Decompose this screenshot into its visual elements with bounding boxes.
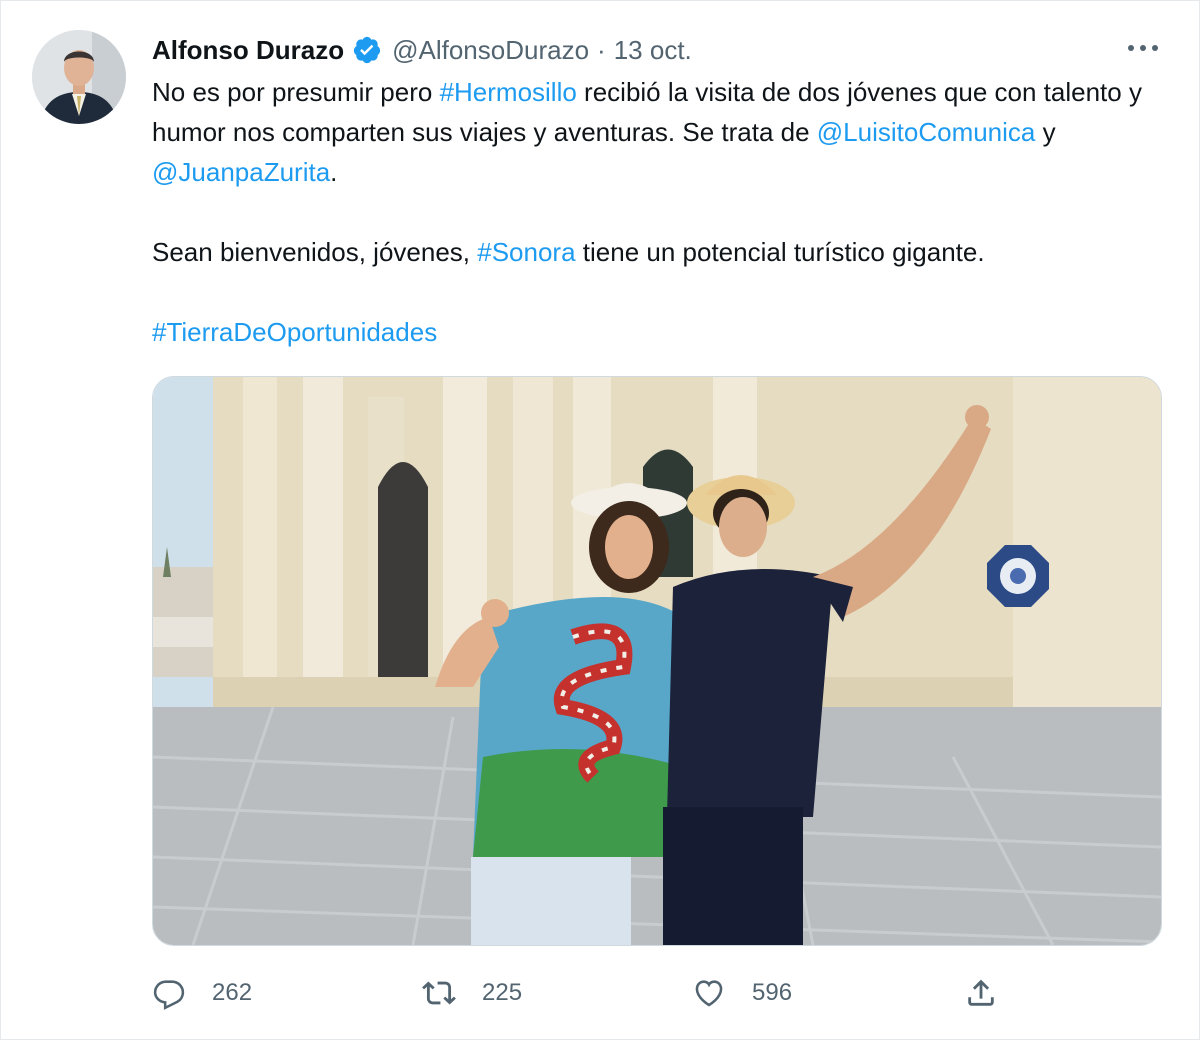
- author-avatar[interactable]: [32, 30, 126, 124]
- tweet-date[interactable]: 13 oct.: [614, 35, 692, 66]
- like-button[interactable]: 596: [692, 970, 792, 1016]
- more-options-icon[interactable]: [1126, 34, 1160, 62]
- tweet-paragraph-1: No es por presumir pero #Hermosillo reci…: [152, 72, 1162, 192]
- retweet-button[interactable]: 225: [422, 970, 522, 1016]
- header-separator: ·: [597, 34, 606, 65]
- tweet-text: No es por presumir pero #Hermosillo reci…: [152, 72, 1162, 352]
- hashtag-hermosillo[interactable]: #Hermosillo: [440, 77, 577, 107]
- author-name[interactable]: Alfonso Durazo: [152, 35, 344, 66]
- text-segment: .: [330, 157, 338, 187]
- like-icon: [695, 980, 723, 1007]
- share-button[interactable]: [964, 970, 998, 1016]
- reply-button[interactable]: 262: [152, 970, 252, 1016]
- hashtag-tierradeoportunidades[interactable]: #TierraDeOportunidades: [152, 317, 437, 347]
- like-count: 596: [752, 979, 793, 1006]
- reply-count: 262: [212, 979, 253, 1006]
- tweet-paragraph-3: #TierraDeOportunidades: [152, 312, 1162, 352]
- text-segment: tiene un potencial turístico gigante.: [575, 237, 985, 267]
- share-icon: [968, 979, 994, 1006]
- retweet-count: 225: [482, 979, 523, 1006]
- mention-juanpazurita[interactable]: @JuanpaZurita: [152, 157, 330, 187]
- tweet-paragraph-2: Sean bienvenidos, jóvenes, #Sonora tiene…: [152, 232, 1162, 272]
- text-segment: y: [1035, 117, 1056, 147]
- author-handle[interactable]: @AlfonsoDurazo: [392, 35, 589, 66]
- reply-icon: [153, 980, 185, 1010]
- retweet-icon: [422, 981, 456, 1005]
- mention-luisitocomunica[interactable]: @LuisitoComunica: [817, 117, 1036, 147]
- hashtag-sonora[interactable]: #Sonora: [477, 237, 575, 267]
- text-segment: Sean bienvenidos, jóvenes,: [152, 237, 478, 267]
- tweet-header: Alfonso Durazo @AlfonsoDurazo · 13 oct.: [152, 30, 692, 70]
- verified-badge-icon: [352, 35, 382, 65]
- tweet-photo[interactable]: [152, 376, 1162, 946]
- tweet-actions: 262 225 596: [152, 970, 1012, 1016]
- text-segment: No es por presumir pero: [152, 77, 440, 107]
